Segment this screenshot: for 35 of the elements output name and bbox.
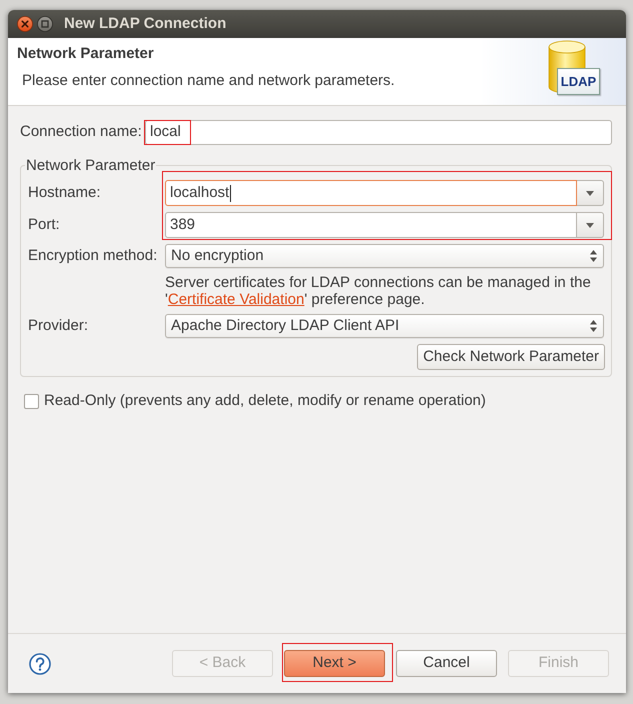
close-button[interactable] [17,16,33,32]
check-network-parameter-button[interactable]: Check Network Parameter [417,344,605,370]
group-title: Network Parameter [25,157,156,174]
dropdown-select[interactable]: Apache Directory LDAP Client API [165,314,604,338]
dialog-button[interactable]: Next > [284,650,385,677]
field-label: Connection name: [20,122,143,142]
logo-label: LDAP [557,68,600,95]
field-label: Port: [28,214,61,235]
page-description: Please enter connection name and network parameters. [22,72,395,90]
help-icon [29,652,51,674]
help-button[interactable] [29,652,51,674]
preference-link[interactable]: Certificate Validation [168,291,304,308]
combo-field[interactable]: localhost [165,180,577,206]
dialog-button[interactable]: Cancel [396,650,497,677]
checkbox-label[interactable]: Read-Only (prevents any add, delete, modify or rename operation) [44,390,486,412]
up-down-arrows-icon [590,320,597,332]
field-label: Encryption method: [28,246,158,266]
text-cursor [230,184,232,202]
dropdown-button[interactable] [577,180,604,206]
checkbox[interactable] [24,394,39,409]
field-label: Provider: [28,316,90,336]
dropdown-button[interactable] [577,212,604,238]
maximize-icon [37,16,53,32]
up-down-arrows-icon [590,250,597,262]
field-label: Hostname: [28,182,102,203]
window-title: New LDAP Connection [64,14,226,34]
text-field[interactable]: local [145,120,612,145]
caret-down-icon [586,190,594,196]
combo-field[interactable]: 389 [165,212,577,238]
maximize-button[interactable] [37,16,53,32]
dropdown-select[interactable]: No encryption [165,244,604,268]
page-title: Network Parameter [17,45,154,63]
info-text: Server certificates for LDAP connections can be managed in the 'Certificate Validation' preference page. [165,274,592,308]
close-icon [17,16,33,32]
caret-down-icon [586,222,594,228]
